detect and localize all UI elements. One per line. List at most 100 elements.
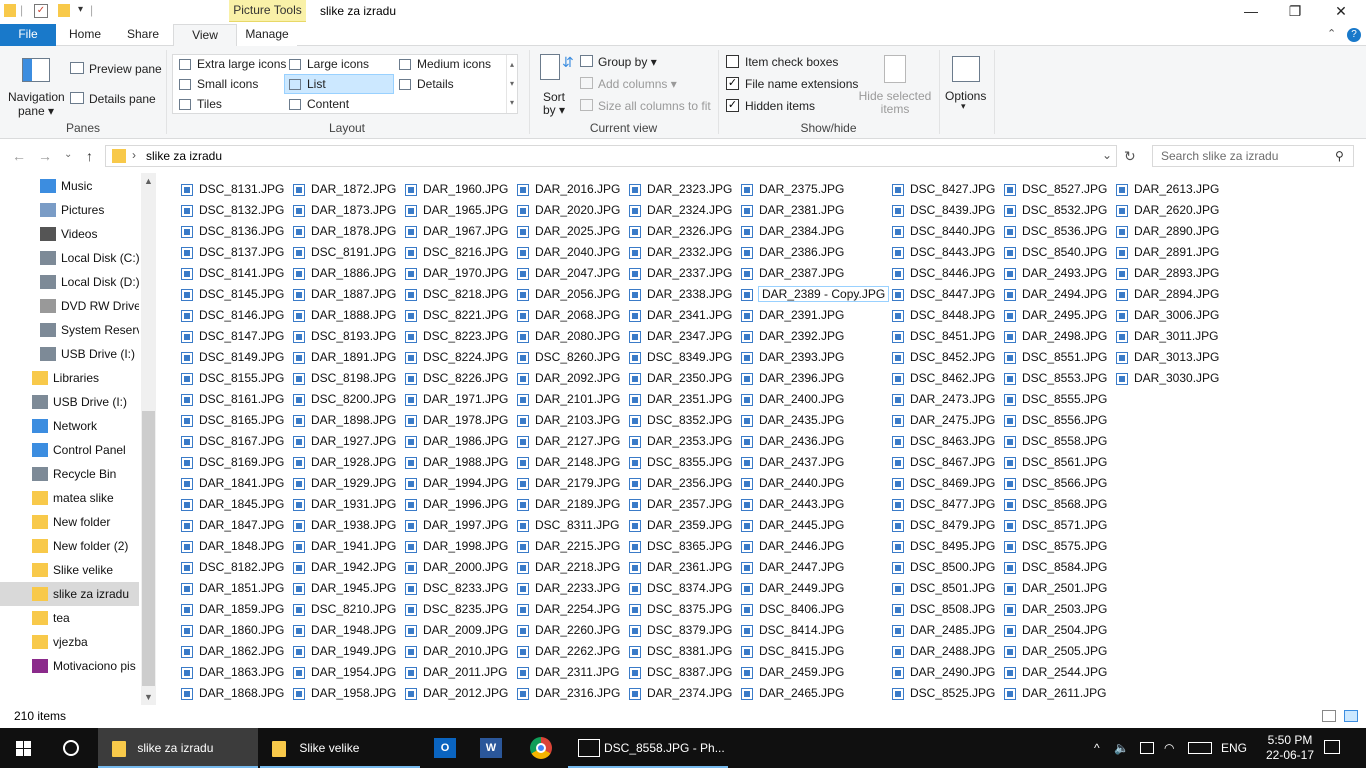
file-item[interactable]: DAR_2260.JPG <box>515 620 620 641</box>
sidebar-item[interactable]: tea <box>0 606 139 630</box>
tray-overflow-icon[interactable]: ^ <box>1094 728 1100 768</box>
file-item[interactable]: DAR_2127.JPG <box>515 431 620 452</box>
layout-scroll-icon[interactable]: ▴ ▾ ▾ <box>506 55 517 113</box>
file-item[interactable]: DAR_2025.JPG <box>515 221 620 242</box>
file-item[interactable]: DSC_8165.JPG <box>179 410 284 431</box>
file-item[interactable]: DSC_8161.JPG <box>179 389 284 410</box>
sidebar-item[interactable]: matea slike <box>0 486 139 510</box>
breadcrumb-current-folder[interactable]: slike za izradu <box>146 149 222 163</box>
sidebar-item[interactable]: New folder (2) <box>0 534 139 558</box>
file-item[interactable]: DAR_1998.JPG <box>403 536 508 557</box>
recent-locations-icon[interactable]: ⌄ <box>64 149 72 160</box>
large-icons-option[interactable]: Large icons <box>285 55 369 75</box>
file-item[interactable]: DAR_2361.JPG <box>627 557 732 578</box>
file-item[interactable]: DAR_2179.JPG <box>515 473 620 494</box>
file-item[interactable]: DSC_8467.JPG <box>890 452 995 473</box>
file-item[interactable]: DAR_2337.JPG <box>627 263 732 284</box>
file-item[interactable]: DAR_2357.JPG <box>627 494 732 515</box>
file-item[interactable]: DAR_1891.JPG <box>291 347 396 368</box>
tab-share[interactable]: Share <box>114 24 172 46</box>
file-item[interactable]: DAR_1862.JPG <box>179 641 284 662</box>
sidebar-item[interactable]: slike za izradu <box>0 582 139 606</box>
file-item[interactable]: DAR_2498.JPG <box>1002 326 1107 347</box>
details-view-icon[interactable] <box>1322 710 1336 722</box>
taskbar-word[interactable]: W <box>470 728 514 768</box>
sidebar-item[interactable]: Libraries <box>0 366 139 390</box>
sidebar-item[interactable]: USB Drive (I:) <box>0 342 139 366</box>
small-icons-option[interactable]: Small icons <box>175 75 258 95</box>
file-item[interactable]: DAR_2436.JPG <box>739 431 888 452</box>
file-item[interactable]: DSC_8551.JPG <box>1002 347 1107 368</box>
search-input[interactable]: Search slike za izradu ⚲ <box>1152 145 1354 167</box>
file-item[interactable]: DAR_2341.JPG <box>627 305 732 326</box>
language-indicator[interactable]: ENG <box>1221 728 1247 768</box>
tab-home[interactable]: Home <box>58 24 112 46</box>
file-item[interactable]: DSC_8440.JPG <box>890 221 995 242</box>
file-item[interactable]: DAR_2374.JPG <box>627 683 732 704</box>
file-item[interactable]: DAR_2620.JPG <box>1114 200 1219 221</box>
file-item[interactable]: DSC_8374.JPG <box>627 578 732 599</box>
restore-button[interactable]: ❐ <box>1272 0 1318 24</box>
taskbar-photos[interactable]: DSC_8558.JPG - Ph... <box>568 728 728 768</box>
sidebar-item[interactable]: Recycle Bin <box>0 462 139 486</box>
file-item[interactable]: DAR_2485.JPG <box>890 620 995 641</box>
file-item[interactable]: DAR_2386.JPG <box>739 242 888 263</box>
sidebar-item[interactable]: Pictures <box>0 198 139 222</box>
file-item[interactable]: DAR_1873.JPG <box>291 200 396 221</box>
file-item[interactable]: DAR_2459.JPG <box>739 662 888 683</box>
file-item[interactable]: DAR_2490.JPG <box>890 662 995 683</box>
start-button[interactable] <box>0 728 48 768</box>
file-item[interactable]: DAR_1851.JPG <box>179 578 284 599</box>
file-item[interactable]: DSC_8147.JPG <box>179 326 284 347</box>
clock[interactable]: 5:50 PM 22-06-17 <box>1262 733 1318 763</box>
file-item[interactable]: DSC_8525.JPG <box>890 683 995 704</box>
file-item[interactable]: DAR_1860.JPG <box>179 620 284 641</box>
file-item[interactable]: DSC_8446.JPG <box>890 263 995 284</box>
file-item[interactable]: DAR_1948.JPG <box>291 620 396 641</box>
file-item[interactable]: DAR_2443.JPG <box>739 494 888 515</box>
file-item[interactable]: DSC_8448.JPG <box>890 305 995 326</box>
file-item[interactable]: DAR_2890.JPG <box>1114 221 1219 242</box>
file-item[interactable]: DSC_8561.JPG <box>1002 452 1107 473</box>
file-item[interactable]: DSC_8406.JPG <box>739 599 888 620</box>
file-item[interactable]: DSC_8500.JPG <box>890 557 995 578</box>
file-item[interactable]: DAR_2891.JPG <box>1114 242 1219 263</box>
file-item[interactable]: DAR_1888.JPG <box>291 305 396 326</box>
file-item[interactable]: DSC_8575.JPG <box>1002 536 1107 557</box>
file-item[interactable]: DAR_2020.JPG <box>515 200 620 221</box>
file-item[interactable]: DAR_1859.JPG <box>179 599 284 620</box>
file-item[interactable]: DAR_2218.JPG <box>515 557 620 578</box>
medium-icons-option[interactable]: Medium icons <box>395 55 491 75</box>
file-item[interactable]: DSC_8218.JPG <box>403 284 508 305</box>
file-item[interactable]: DAR_2488.JPG <box>890 641 995 662</box>
refresh-button[interactable]: ↻ <box>1124 148 1136 165</box>
sidebar-item[interactable]: Videos <box>0 222 139 246</box>
options-dropdown-icon[interactable]: ▾ <box>961 101 966 112</box>
file-item[interactable]: DSC_8260.JPG <box>515 347 620 368</box>
file-item[interactable]: DAR_2437.JPG <box>739 452 888 473</box>
details-option[interactable]: Details <box>395 75 454 95</box>
file-item[interactable]: DSC_8167.JPG <box>179 431 284 452</box>
file-item[interactable]: DAR_2056.JPG <box>515 284 620 305</box>
file-item[interactable]: DSC_8387.JPG <box>627 662 732 683</box>
file-item[interactable]: DAR_1887.JPG <box>291 284 396 305</box>
file-item[interactable]: DSC_8555.JPG <box>1002 389 1107 410</box>
file-item[interactable]: DAR_2011.JPG <box>403 662 508 683</box>
sidebar-scroll-up[interactable]: ▲ <box>141 173 156 189</box>
file-item[interactable]: DSC_8365.JPG <box>627 536 732 557</box>
extra-large-icons-option[interactable]: Extra large icons <box>175 55 286 75</box>
file-item[interactable]: DAR_2449.JPG <box>739 578 888 599</box>
file-item[interactable]: DSC_8556.JPG <box>1002 410 1107 431</box>
file-item[interactable]: DAR_2495.JPG <box>1002 305 1107 326</box>
file-item[interactable]: DAR_2893.JPG <box>1114 263 1219 284</box>
file-item[interactable]: DAR_1841.JPG <box>179 473 284 494</box>
add-columns-button[interactable]: Add columns ▾ <box>598 77 677 91</box>
file-item[interactable]: DSC_8558.JPG <box>1002 431 1107 452</box>
file-item[interactable]: DSC_8479.JPG <box>890 515 995 536</box>
file-item[interactable]: DAR_2316.JPG <box>515 683 620 704</box>
new-folder-icon[interactable] <box>58 4 70 17</box>
file-item[interactable]: DSC_8451.JPG <box>890 326 995 347</box>
sidebar-item[interactable]: Control Panel <box>0 438 139 462</box>
preview-pane-button[interactable]: Preview pane <box>89 62 162 76</box>
file-item[interactable]: DAR_2350.JPG <box>627 368 732 389</box>
